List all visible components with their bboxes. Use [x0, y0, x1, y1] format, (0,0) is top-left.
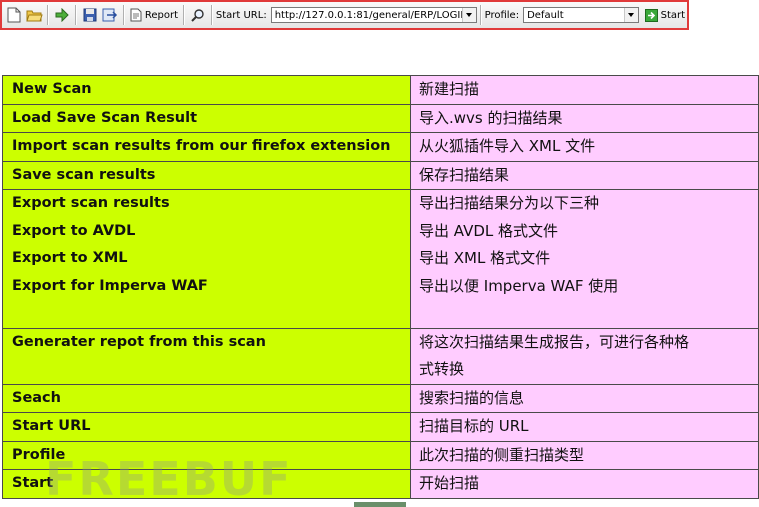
- toolbar-item-description-cell: 导入.wvs 的扫描结果: [410, 103, 759, 133]
- toolbar-item-name-cell: Start URL: [2, 412, 411, 442]
- toolbar-item-description-cell: 扫描目标的 URL: [410, 412, 759, 442]
- toolbar-item-description-cell: 搜索扫描的信息: [410, 383, 759, 413]
- item-description-text: 新建扫描: [419, 80, 480, 98]
- profile-label: Profile:: [484, 9, 520, 21]
- report-icon: [130, 8, 142, 22]
- table-row: Start URL 扫描目标的 URL: [2, 412, 759, 442]
- item-description-text: 开始扫描: [419, 474, 480, 492]
- toolbar-separator: [122, 5, 125, 25]
- item-name-text: Save scan results: [12, 166, 156, 183]
- item-name-text: [12, 356, 410, 383]
- toolbar-separator: [210, 5, 213, 25]
- profile-value: Default: [527, 9, 564, 21]
- item-name-text: Start URL: [12, 418, 91, 434]
- toolbar-separator: [75, 5, 77, 25]
- search-icon[interactable]: [189, 5, 207, 25]
- toolbar-item-description-cell: 新建扫描: [410, 75, 759, 105]
- item-description-text: 导入.wvs 的扫描结果: [419, 108, 563, 127]
- start-url-label: Start URL:: [215, 9, 267, 21]
- start-url-value: http://127.0.0.1:81/general/ERP/LOGIN/: [274, 9, 462, 21]
- new-scan-icon[interactable]: [5, 5, 23, 25]
- toolbar-separator: [183, 5, 185, 25]
- chevron-down-icon[interactable]: [461, 8, 476, 22]
- scrollbar-thumb[interactable]: [354, 502, 406, 507]
- toolbar-separator: [479, 5, 482, 25]
- export-icon[interactable]: [101, 5, 119, 25]
- toolbar-item-name-cell: Generater repot from this scan: [2, 327, 411, 385]
- toolbar-item-name-cell: Load Save Scan Result: [2, 103, 411, 133]
- report-button[interactable]: Report: [128, 5, 180, 25]
- open-folder-icon[interactable]: [25, 5, 43, 25]
- toolbar-item-description-cell: 导出扫描结果分为以下三种 导出 AVDL 格式文件 导出 XML 格式文件导出以便 …: [410, 189, 759, 329]
- toolbar-legend-table: New Scan 新建扫描 Load Save Scan Result 导入.wvs …: [2, 75, 759, 499]
- import-arrow-icon[interactable]: [53, 5, 71, 25]
- start-button-label: Start: [660, 9, 686, 21]
- item-description-text: [419, 300, 758, 327]
- item-name-text: Load Save Scan Result: [12, 109, 198, 126]
- toolbar-item-description-cell: 保存扫描结果: [410, 160, 759, 190]
- item-name-text: Export for Imperva WAF: [12, 277, 208, 294]
- item-name-text: New Scan: [12, 81, 92, 97]
- table-row: Export scan results Export to AVDL Export …: [2, 189, 759, 329]
- item-name-text: Generater repot from this scan: [12, 333, 266, 350]
- item-name-text: Seach: [12, 389, 61, 406]
- item-description-text: 导出 XML 格式文件: [419, 249, 551, 267]
- table-row: Load Save Scan Result 导入.wvs 的扫描结果: [2, 103, 759, 133]
- toolbar-item-name-cell: New Scan: [2, 75, 411, 105]
- item-description-text: 从火狐插件导入 XML 文件: [419, 137, 596, 155]
- item-description-text: 导出 AVDL 格式文件: [419, 221, 559, 240]
- toolbar-item-description-cell: 此次扫描的侧重扫描类型: [410, 440, 759, 470]
- item-name-text: Import scan results from our firefox ext…: [12, 138, 391, 154]
- item-description-text: 导出扫描结果分为以下三种: [419, 194, 600, 212]
- item-description-text: 扫描目标的 URL: [419, 417, 529, 435]
- table-row: New Scan 新建扫描: [2, 75, 759, 105]
- save-disk-icon[interactable]: [81, 5, 99, 25]
- item-name-text: [12, 300, 410, 327]
- profile-select[interactable]: Default: [523, 7, 639, 23]
- item-name-text: Export to XML: [12, 250, 128, 266]
- toolbar-item-name-cell: Seach: [2, 383, 411, 413]
- item-description-text: 此次扫描的侧重扫描类型: [419, 445, 585, 464]
- table-row: Generater repot from this scan 将这次扫描结果生成报…: [2, 327, 759, 385]
- item-description-text: 式转换: [419, 360, 465, 378]
- item-name-text: Export scan results: [12, 195, 170, 211]
- item-description-text: 保存扫描结果: [419, 165, 510, 184]
- watermark-logo: FREEBUF: [45, 452, 293, 506]
- start-arrow-icon: [644, 8, 658, 22]
- toolbar-item-description-cell: 从火狐插件导入 XML 文件: [410, 132, 759, 162]
- report-button-label: Report: [144, 9, 179, 21]
- start-button[interactable]: Start: [644, 8, 686, 22]
- toolbar-item-name-cell: Save scan results: [2, 160, 411, 190]
- toolbar-item-description-cell: 将这次扫描结果生成报告，可进行各种格 式转换: [410, 327, 759, 385]
- toolbar-item-description-cell: 开始扫描: [410, 469, 759, 499]
- item-description-text: 导出以便 Imperva WAF 使用: [419, 276, 619, 295]
- toolbar-item-name-cell: Import scan results from our firefox ext…: [2, 132, 411, 162]
- toolbar-separator: [47, 5, 49, 25]
- toolbar-item-name-cell: Export scan results Export to AVDL Export …: [2, 189, 411, 329]
- item-name-text: Export to AVDL: [12, 222, 136, 239]
- item-description-text: 将这次扫描结果生成报告，可进行各种格: [419, 332, 690, 351]
- start-url-input[interactable]: http://127.0.0.1:81/general/ERP/LOGIN/: [270, 7, 477, 23]
- table-row: Import scan results from our firefox ext…: [2, 132, 759, 162]
- table-row: Seach 搜索扫描的信息: [2, 383, 759, 413]
- table-row: Save scan results 保存扫描结果: [2, 160, 759, 190]
- scan-toolbar: Report Start URL: http://127.0.0.1:81/ge…: [0, 0, 689, 30]
- item-description-text: 搜索扫描的信息: [419, 388, 525, 407]
- chevron-down-icon[interactable]: [623, 8, 638, 22]
